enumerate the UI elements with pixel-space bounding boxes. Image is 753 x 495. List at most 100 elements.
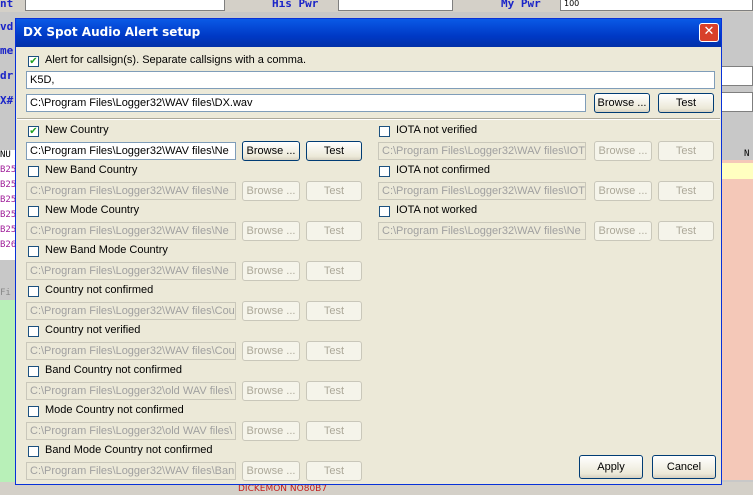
- bg-field-right-1: [721, 66, 753, 86]
- country-not-verified-wav-path-input[interactable]: C:\Program Files\Logger32\WAV files\Cou: [26, 342, 236, 360]
- dx-spot-audio-alert-dialog: DX Spot Audio Alert setup ✕ ✔ Alert for …: [15, 18, 722, 485]
- check-icon: ✔: [29, 56, 38, 67]
- band-mode-country-not-confirmed-browse-button[interactable]: Browse ...: [242, 461, 300, 481]
- cancel-button[interactable]: Cancel: [652, 455, 716, 479]
- alert-callsign-label: Alert for callsign(s). Separate callsign…: [45, 54, 307, 66]
- bg-right-header: N: [744, 149, 750, 159]
- bg-label-x: X#: [0, 94, 14, 107]
- bg-spot-row: B25: [0, 180, 16, 190]
- new-band-country-test-button[interactable]: Test: [306, 181, 362, 201]
- mode-country-not-confirmed-label: Mode Country not confirmed: [45, 404, 184, 416]
- new-mode-country-label: New Mode Country: [45, 204, 140, 216]
- bg-spot-row: B25: [0, 165, 16, 175]
- iota-not-verified-browse-button[interactable]: Browse ...: [594, 141, 652, 161]
- new-country-wav-path-input[interactable]: C:\Program Files\Logger32\WAV files\Ne: [26, 142, 236, 160]
- new-mode-country-wav-path-input[interactable]: C:\Program Files\Logger32\WAV files\Ne: [26, 222, 236, 240]
- new-country-checkbox[interactable]: ✔: [28, 126, 39, 137]
- band-country-not-confirmed-wav-path-input[interactable]: C:\Program Files\Logger32\old WAV files\: [26, 382, 236, 400]
- apply-button[interactable]: Apply: [579, 455, 643, 479]
- bg-spot-row: B25: [0, 195, 16, 205]
- new-band-mode-country-wav-path-input[interactable]: C:\Program Files\Logger32\WAV files\Ne: [26, 262, 236, 280]
- country-not-confirmed-checkbox[interactable]: [28, 286, 39, 297]
- iota-not-confirmed-wav-path-input[interactable]: C:\Program Files\Logger32\WAV files\IOT: [378, 182, 586, 200]
- iota-not-worked-browse-button[interactable]: Browse ...: [594, 221, 652, 241]
- new-country-browse-button[interactable]: Browse ...: [242, 141, 300, 161]
- bg-field-his-pwr: [338, 0, 453, 11]
- bg-label-me: me: [0, 44, 14, 57]
- bg-label-his-pwr: His Pwr: [272, 0, 319, 10]
- iota-not-confirmed-checkbox[interactable]: [379, 166, 390, 177]
- country-not-confirmed-wav-path-input[interactable]: C:\Program Files\Logger32\WAV files\Cou: [26, 302, 236, 320]
- band-country-not-confirmed-browse-button[interactable]: Browse ...: [242, 381, 300, 401]
- country-not-confirmed-label: Country not confirmed: [45, 284, 154, 296]
- bg-label-nt: nt: [0, 0, 14, 10]
- iota-not-worked-checkbox[interactable]: [379, 206, 390, 217]
- band-mode-country-not-confirmed-wav-path-input[interactable]: C:\Program Files\Logger32\WAV files\Ban: [26, 462, 236, 480]
- new-band-country-checkbox[interactable]: [28, 166, 39, 177]
- iota-not-worked-label: IOTA not worked: [396, 204, 478, 216]
- section-separator: [17, 118, 720, 120]
- bg-tab-label: Fi: [0, 288, 11, 298]
- mode-country-not-confirmed-wav-path-input[interactable]: C:\Program Files\Logger32\old WAV files\: [26, 422, 236, 440]
- band-country-not-confirmed-test-button[interactable]: Test: [306, 381, 362, 401]
- band-country-not-confirmed-checkbox[interactable]: [28, 366, 39, 377]
- title-bar[interactable]: DX Spot Audio Alert setup ✕: [16, 19, 721, 47]
- bg-bottom-callsign: DICKEMON NO80B7: [238, 484, 328, 494]
- callsign-browse-button[interactable]: Browse ...: [594, 93, 650, 113]
- iota-not-confirmed-test-button[interactable]: Test: [658, 181, 714, 201]
- new-band-mode-country-label: New Band Mode Country: [45, 244, 168, 256]
- bg-green-panel: [0, 300, 16, 495]
- bg-field-right-2: [721, 92, 753, 112]
- country-not-confirmed-test-button[interactable]: Test: [306, 301, 362, 321]
- band-mode-country-not-confirmed-checkbox[interactable]: [28, 446, 39, 457]
- mode-country-not-confirmed-test-button[interactable]: Test: [306, 421, 362, 441]
- bg-right-pink-panel: [721, 160, 753, 480]
- bg-spot-row: NU: [0, 150, 11, 160]
- iota-not-verified-test-button[interactable]: Test: [658, 141, 714, 161]
- country-not-confirmed-browse-button[interactable]: Browse ...: [242, 301, 300, 321]
- new-band-country-browse-button[interactable]: Browse ...: [242, 181, 300, 201]
- close-icon: ✕: [703, 24, 715, 39]
- iota-not-verified-label: IOTA not verified: [396, 124, 478, 136]
- bg-label-vd: vd: [0, 20, 14, 33]
- new-country-label: New Country: [45, 124, 109, 136]
- callsign-test-button[interactable]: Test: [658, 93, 714, 113]
- band-mode-country-not-confirmed-label: Band Mode Country not confirmed: [45, 444, 213, 456]
- band-country-not-confirmed-label: Band Country not confirmed: [45, 364, 182, 376]
- new-country-test-button[interactable]: Test: [306, 141, 362, 161]
- iota-not-worked-test-button[interactable]: Test: [658, 221, 714, 241]
- bg-spot-row: B25: [0, 210, 16, 220]
- check-icon: ✔: [29, 126, 38, 137]
- new-band-mode-country-test-button[interactable]: Test: [306, 261, 362, 281]
- new-band-country-label: New Band Country: [45, 164, 138, 176]
- close-button[interactable]: ✕: [699, 23, 719, 42]
- country-not-verified-browse-button[interactable]: Browse ...: [242, 341, 300, 361]
- dialog-title: DX Spot Audio Alert setup: [23, 25, 201, 39]
- country-not-verified-test-button[interactable]: Test: [306, 341, 362, 361]
- new-mode-country-browse-button[interactable]: Browse ...: [242, 221, 300, 241]
- bg-field-1: [25, 0, 225, 11]
- bg-spot-row: B25: [0, 225, 16, 235]
- band-mode-country-not-confirmed-test-button[interactable]: Test: [306, 461, 362, 481]
- iota-not-confirmed-browse-button[interactable]: Browse ...: [594, 181, 652, 201]
- iota-not-worked-wav-path-input[interactable]: C:\Program Files\Logger32\WAV files\Ne: [378, 222, 586, 240]
- new-band-mode-country-checkbox[interactable]: [28, 246, 39, 257]
- new-mode-country-test-button[interactable]: Test: [306, 221, 362, 241]
- callsigns-input[interactable]: K5D,: [26, 71, 715, 89]
- bg-spot-row: B26: [0, 240, 16, 250]
- callsign-wav-path-input[interactable]: C:\Program Files\Logger32\WAV files\DX.w…: [26, 94, 586, 112]
- new-band-country-wav-path-input[interactable]: C:\Program Files\Logger32\WAV files\Ne: [26, 182, 236, 200]
- mode-country-not-confirmed-browse-button[interactable]: Browse ...: [242, 421, 300, 441]
- bg-field-my-pwr: 100: [560, 0, 753, 11]
- country-not-verified-label: Country not verified: [45, 324, 141, 336]
- alert-callsign-checkbox[interactable]: ✔: [28, 56, 39, 67]
- new-mode-country-checkbox[interactable]: [28, 206, 39, 217]
- country-not-verified-checkbox[interactable]: [28, 326, 39, 337]
- new-band-mode-country-browse-button[interactable]: Browse ...: [242, 261, 300, 281]
- bg-right-yellow-row: [721, 163, 753, 179]
- bg-label-my-pwr: My Pwr: [501, 0, 541, 10]
- bg-label-dr: dr: [0, 69, 14, 82]
- iota-not-verified-wav-path-input[interactable]: C:\Program Files\Logger32\WAV files\IOT: [378, 142, 586, 160]
- mode-country-not-confirmed-checkbox[interactable]: [28, 406, 39, 417]
- iota-not-verified-checkbox[interactable]: [379, 126, 390, 137]
